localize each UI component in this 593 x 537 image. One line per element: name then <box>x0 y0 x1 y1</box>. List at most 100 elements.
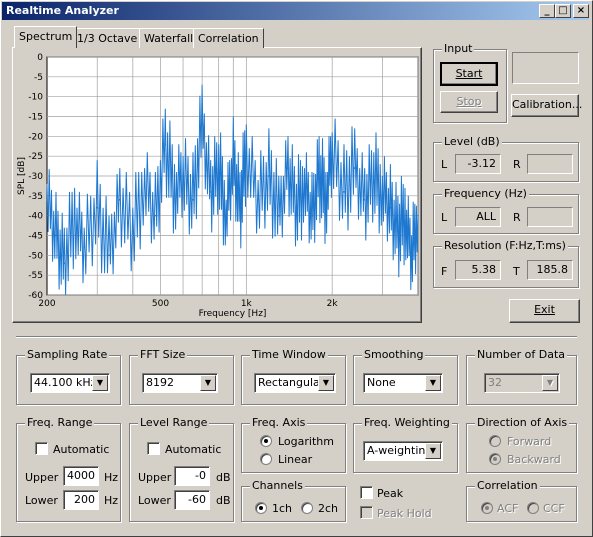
y-tick-label: -45 <box>28 232 43 242</box>
number-of-data-select[interactable]: 32 ▼ <box>484 373 560 393</box>
freq-axis-log-radio[interactable] <box>260 435 272 447</box>
channel-1ch-label: 1ch <box>272 502 293 515</box>
res-t-label: T <box>513 265 520 278</box>
spectrum-data-point <box>397 230 399 233</box>
direction-backward-radio[interactable] <box>489 453 501 465</box>
spectrum-data-point <box>154 214 157 217</box>
direction-backward-label: Backward <box>507 453 561 466</box>
y-tick-label: -40 <box>28 212 43 222</box>
freq-axis-linear-radio[interactable] <box>260 453 272 465</box>
freq-lower-label: Lower <box>25 494 58 507</box>
spectrum-data-point <box>232 159 235 161</box>
spectrum-data-point <box>331 151 333 153</box>
peak-checkbox[interactable] <box>360 486 373 499</box>
spectrum-data-point <box>182 175 184 177</box>
maximize-button[interactable]: □ <box>555 4 571 18</box>
spectrum-data-point <box>239 206 241 209</box>
direction-forward-label: Forward <box>507 435 552 448</box>
freq-r-label: R <box>513 211 521 224</box>
level-lower-input[interactable]: -60 <box>174 490 210 510</box>
spectrum-data-point <box>55 234 57 237</box>
x-axis-label: Frequency [Hz] <box>199 309 267 319</box>
spectrum-data-point <box>83 246 85 249</box>
x-tick-label: 500 <box>152 299 169 309</box>
spectrum-data-point <box>73 214 76 217</box>
tab-correlation[interactable]: Correlation <box>193 28 264 48</box>
spectrum-data-point <box>325 199 327 201</box>
peak-hold-checkbox[interactable] <box>360 506 373 519</box>
spectrum-data-point <box>217 167 220 169</box>
time-window-select[interactable]: Rectangular ▼ <box>254 373 336 393</box>
correlation-acf-label: ACF <box>497 502 519 515</box>
spectrum-data-point <box>373 175 375 177</box>
correlation-acf-radio[interactable] <box>481 502 493 514</box>
level-upper-unit: dB <box>216 471 231 484</box>
freq-l-label: L <box>441 211 448 224</box>
level-lower-label: Lower <box>138 494 171 507</box>
spectrum-data-point <box>118 199 121 201</box>
window-title: Realtime Analyzer <box>6 4 119 17</box>
smoothing-select[interactable]: None ▼ <box>363 373 443 393</box>
y-tick-label: -5 <box>34 73 43 83</box>
freq-range-auto-label: Automatic <box>53 443 110 456</box>
channel-1ch-radio[interactable] <box>255 502 267 514</box>
spectrum-data-point <box>245 151 248 153</box>
freq-upper-input[interactable]: 4000 <box>63 466 99 486</box>
freq-lower-input[interactable]: 200 <box>63 490 99 510</box>
input-indicator <box>512 52 579 84</box>
freq-r-value <box>527 207 573 227</box>
level-upper-input[interactable]: -0 <box>174 466 210 486</box>
level-r-label: R <box>513 158 521 171</box>
y-tick-label: -20 <box>28 132 43 142</box>
spectrum-data-point <box>417 214 419 217</box>
x-tick-label: 1k <box>241 299 253 309</box>
tab-spectrum[interactable]: Spectrum <box>14 26 78 48</box>
y-tick-label: -15 <box>28 113 43 123</box>
level-r-value <box>527 154 573 174</box>
spectrum-data-point <box>295 206 298 209</box>
peak-label: Peak <box>377 487 404 500</box>
spectrum-data-point <box>257 199 259 201</box>
spectrum-data-point <box>143 183 146 185</box>
stop-button[interactable]: Stop <box>440 91 498 113</box>
spectrum-data-point <box>311 214 313 217</box>
spectrum-data-point <box>173 191 176 193</box>
fft-size-select[interactable]: 8192 ▼ <box>142 373 218 393</box>
spectrum-data-point <box>63 262 66 265</box>
spectrum-data-point <box>164 143 167 146</box>
spectrum-data-point <box>278 214 280 217</box>
spectrum-data-point <box>353 167 356 169</box>
spectrum-data-point <box>381 191 384 193</box>
spectrum-data-point <box>46 199 48 201</box>
correlation-ccf-radio[interactable] <box>527 502 539 514</box>
exit-button[interactable]: Exit <box>509 299 580 323</box>
spectrum-data-point <box>209 191 212 193</box>
start-button[interactable]: Start <box>440 62 498 86</box>
freq-axis-log-label: Logarithm <box>278 435 334 448</box>
spectrum-data-point <box>225 214 227 217</box>
tab-third-octave[interactable]: 1/3 Octave <box>72 28 143 48</box>
freq-lower-unit: Hz <box>104 494 119 507</box>
freq-weighting-select[interactable]: A-weighting ▼ <box>363 441 443 461</box>
spectrum-chart: 0-5-10-15-20-25-30-35-40-45-50-55-60200 5… <box>17 53 419 319</box>
x-tick-label: 200 <box>38 299 55 309</box>
spectrum-data-point <box>410 254 413 257</box>
tab-waterfall[interactable]: Waterfall <box>139 28 199 48</box>
calibration-button[interactable]: Calibration... <box>511 94 582 117</box>
y-tick-label: 0 <box>37 53 43 63</box>
spectrum-data-point <box>268 175 270 177</box>
spectrum-data-point <box>343 191 345 193</box>
y-tick-label: -30 <box>28 172 43 182</box>
level-upper-label: Upper <box>138 471 172 484</box>
channel-2ch-radio[interactable] <box>301 502 313 514</box>
freq-range-auto-checkbox[interactable] <box>35 442 48 455</box>
sampling-rate-select[interactable]: 44.100 kHz ▼ <box>30 373 110 393</box>
minimize-button[interactable]: _ <box>539 4 555 18</box>
res-t-value: 185.8 <box>527 260 573 280</box>
res-f-label: F <box>441 265 448 278</box>
y-tick-label: -35 <box>28 192 43 202</box>
direction-forward-radio[interactable] <box>489 435 501 447</box>
level-range-auto-checkbox[interactable] <box>147 442 160 455</box>
close-button[interactable]: × <box>573 4 589 18</box>
level-range-auto-label: Automatic <box>165 443 222 456</box>
